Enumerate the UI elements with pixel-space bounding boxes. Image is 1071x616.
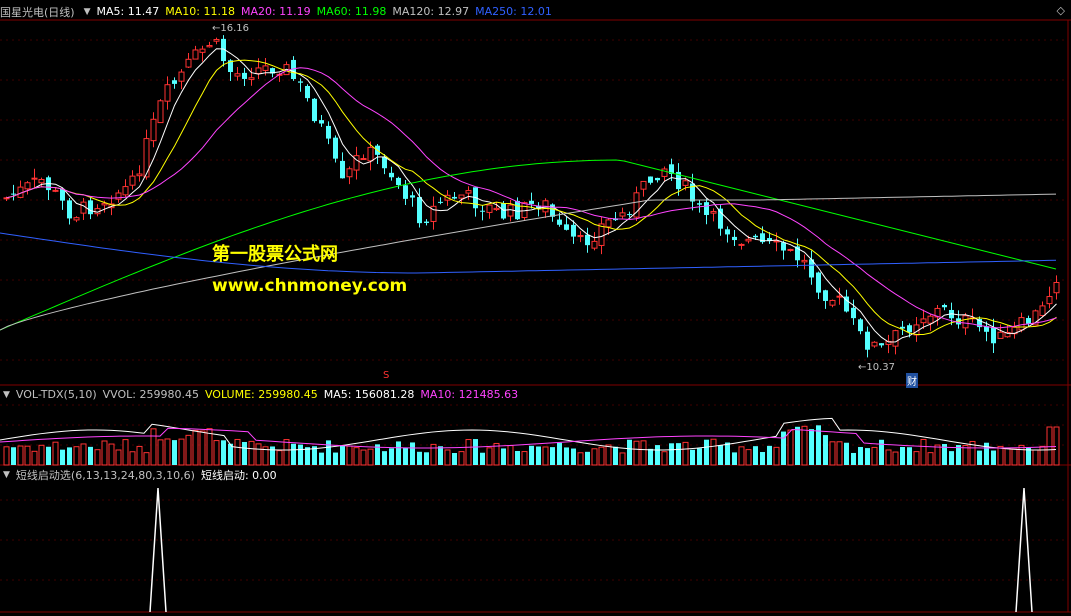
volume-label: VOLUME: 259980.45 [204,388,318,401]
vol-ma5-label: MA5: 156081.28 [323,388,415,401]
expand-diamond-icon[interactable]: ◇ [1057,4,1065,17]
ma10-label: MA10: 11.18 [165,5,235,18]
ma20-label: MA20: 11.19 [240,5,311,18]
main-panel-header: 国星光电(日线) ▼ MA5: 11.47 MA10: 11.18 MA20: … [0,3,558,20]
ma250-label: MA250: 12.01 [475,5,552,18]
low-price-label: ←10.37 [858,362,896,373]
candlestick-series [3,35,1060,358]
indicator-value: 短线启动: 0.00 [200,468,277,482]
dropdown-chevron-icon[interactable]: ▼ [3,470,10,480]
ma5-label: MA5: 11.47 [96,5,160,18]
finance-marker[interactable]: 财 [906,373,918,388]
dropdown-chevron-icon[interactable]: ▼ [84,7,91,17]
vol-title[interactable]: VOL-TDX(5,10) [16,388,97,401]
stock-chart-canvas[interactable] [0,0,1071,616]
signal-spikes [149,487,1033,613]
watermark-url: www.chnmoney.com [212,276,408,296]
indicator-title[interactable]: 短线启动选(6,13,13,24,80,3,10,6) [16,467,195,483]
moving-average-lines [0,48,1057,343]
vvol-label: VVOL: 259980.45 [102,388,199,401]
ma60-label: MA60: 11.98 [316,5,387,18]
ma120-label: MA120: 12.97 [392,5,470,18]
dropdown-chevron-icon[interactable]: ▼ [3,390,10,400]
signal-s-marker[interactable]: S [383,370,389,381]
stock-title[interactable]: 国星光电(日线) [0,4,75,20]
volume-panel-header: ▼ VOL-TDX(5,10) VVOL: 259980.45 VOLUME: … [0,386,524,403]
watermark-title: 第一股票公式网 [212,244,338,265]
vol-ma10-label: MA10: 121485.63 [420,388,519,401]
indicator-panel-header: ▼ 短线启动选(6,13,13,24,80,3,10,6) 短线启动: 0.00 [0,466,283,483]
high-price-label: ←16.16 [212,23,250,34]
